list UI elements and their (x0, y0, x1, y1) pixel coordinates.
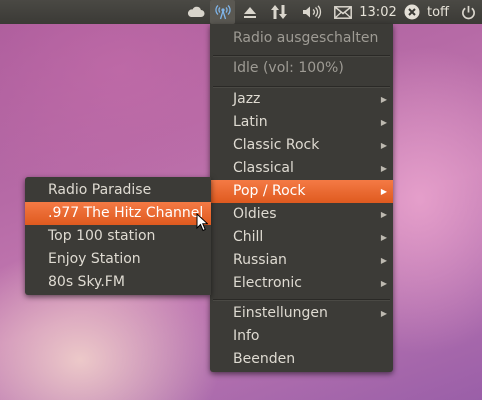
menu-item-label: Oldies (233, 206, 277, 222)
menu-item-label: Classic Rock (233, 137, 320, 153)
eject-icon[interactable] (240, 0, 260, 24)
volume-icon[interactable] (300, 0, 324, 24)
top-panel: 13:02 toff (0, 0, 482, 24)
menu-item-russian[interactable]: Russian ▶ (210, 249, 393, 272)
menu-item-classic-rock[interactable]: Classic Rock ▶ (210, 134, 393, 157)
station-80s-skyfm[interactable]: 80s Sky.FM (25, 271, 211, 294)
station-top-100[interactable]: Top 100 station (25, 225, 211, 248)
submenu-arrow-icon: ▶ (380, 164, 387, 173)
status-radio-off: Radio ausgeschalten (233, 30, 379, 46)
radio-tray-menu: Radio ausgeschalten Idle (vol: 100%) Jaz… (210, 24, 393, 372)
menu-item-quit[interactable]: Beenden (210, 348, 393, 371)
menu-item-label: Latin (233, 114, 268, 130)
submenu-arrow-icon: ▶ (380, 210, 387, 219)
menu-item-jazz[interactable]: Jazz ▶ (210, 88, 393, 111)
menu-item-pop-rock[interactable]: Pop / Rock ▶ (210, 180, 393, 203)
submenu-arrow-icon: ▶ (380, 95, 387, 104)
mail-icon[interactable] (332, 0, 354, 24)
submenu-arrow-icon: ▶ (380, 256, 387, 265)
menu-item-label: Chill (233, 229, 264, 245)
status-idle-volume: Idle (vol: 100%) (233, 60, 344, 76)
menu-separator (213, 299, 390, 301)
menu-item-oldies[interactable]: Oldies ▶ (210, 203, 393, 226)
radio-tray-icon[interactable] (210, 0, 235, 24)
submenu-arrow-icon: ▶ (380, 187, 387, 196)
submenu-arrow-icon: ▶ (380, 141, 387, 150)
station-radio-paradise[interactable]: Radio Paradise (25, 179, 211, 202)
menu-item-label: Jazz (233, 91, 261, 107)
submenu-arrow-icon: ▶ (380, 309, 387, 318)
submenu-arrow-icon: ▶ (380, 118, 387, 127)
clock[interactable]: 13:02 (358, 0, 398, 24)
close-circle-icon[interactable] (402, 0, 422, 24)
cloud-icon[interactable] (184, 0, 208, 24)
menu-item-info[interactable]: Info (210, 325, 393, 348)
station-977-hitz-channel[interactable]: .977 The Hitz Channel (25, 202, 211, 225)
user-name[interactable]: toff (422, 0, 454, 24)
menu-item-label: Pop / Rock (233, 183, 306, 199)
menu-item-label: Russian (233, 252, 287, 268)
pop-rock-submenu: Radio Paradise .977 The Hitz Channel Top… (25, 177, 211, 295)
power-icon[interactable] (458, 0, 478, 24)
menu-item-label: Classical (233, 160, 294, 176)
menu-item-latin[interactable]: Latin ▶ (210, 111, 393, 134)
menu-item-classical[interactable]: Classical ▶ (210, 157, 393, 180)
menu-item-label: Electronic (233, 275, 303, 291)
network-transfer-icon[interactable] (268, 0, 290, 24)
submenu-arrow-icon: ▶ (380, 279, 387, 288)
menu-item-electronic[interactable]: Electronic ▶ (210, 272, 393, 295)
menu-item-settings[interactable]: Einstellungen ▶ (210, 302, 393, 325)
menu-item-chill[interactable]: Chill ▶ (210, 226, 393, 249)
menu-item-label: Einstellungen (233, 305, 328, 321)
mouse-pointer-icon (196, 212, 209, 236)
station-enjoy[interactable]: Enjoy Station (25, 248, 211, 271)
submenu-arrow-icon: ▶ (380, 233, 387, 242)
